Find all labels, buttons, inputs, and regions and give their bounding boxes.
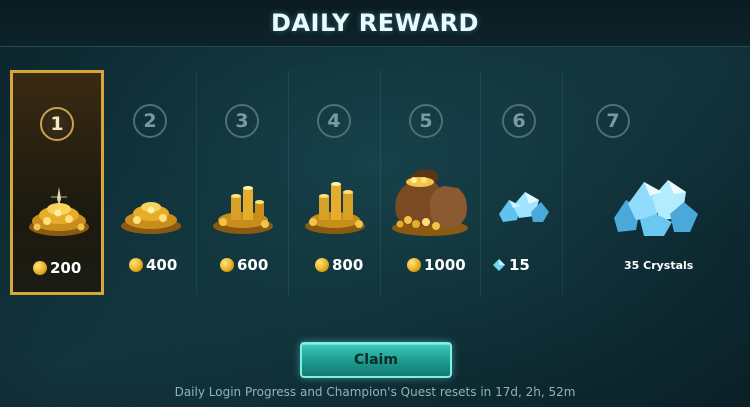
day-card-7[interactable]: 7 35 Crystals [562, 70, 750, 295]
gold-sacks-icon [392, 169, 468, 236]
reward-amount: 400 [129, 255, 177, 275]
day-number-badge: 4 [317, 104, 351, 138]
crystal-cluster-icon [499, 192, 549, 222]
coin-icon [220, 258, 234, 272]
title-bar: DAILY REWARD [0, 0, 750, 47]
coin-icon [129, 258, 143, 272]
coin-pile-icon [29, 187, 89, 236]
reward-amount: 600 [220, 255, 268, 275]
coin-icon [407, 258, 421, 272]
reward-amount: 1000 [407, 255, 466, 275]
day-number-badge: 5 [409, 104, 443, 138]
day-card-3[interactable]: 3 600 [196, 70, 289, 295]
reset-timer-text: Daily Login Progress and Champion's Ques… [174, 385, 576, 399]
day-card-2[interactable]: 2 400 [104, 70, 197, 295]
day-card-4[interactable]: 4 800 [288, 70, 381, 295]
crystal-cluster-icon [614, 180, 698, 236]
day-card-1[interactable]: 1 200 [10, 70, 104, 295]
page-title: DAILY REWARD [271, 9, 479, 37]
reward-amount-text: 15 [509, 256, 530, 274]
day-card-5[interactable]: 5 1000 [380, 70, 481, 295]
coin-icon [315, 258, 329, 272]
day-number-badge: 2 [133, 104, 167, 138]
reward-amount: 35 Crystals [624, 255, 693, 275]
day-number-badge: 6 [502, 104, 536, 138]
coin-stack-icon [213, 186, 273, 234]
reward-amount: 15 [492, 255, 530, 275]
claim-button[interactable]: Claim [300, 342, 452, 378]
day-number-badge: 1 [40, 107, 74, 141]
reward-amount: 800 [315, 255, 363, 275]
reward-amount-text: 35 Crystals [624, 258, 694, 272]
reward-amount-text: 1000 [424, 256, 466, 274]
reward-amount-text: 800 [332, 256, 364, 274]
reward-amount-text: 200 [50, 259, 82, 277]
reward-amount: 200 [33, 258, 81, 278]
coin-pile-icon [121, 202, 181, 234]
reward-amount-text: 600 [237, 256, 269, 274]
day-number-badge: 3 [225, 104, 259, 138]
crystal-icon [493, 259, 505, 271]
day-number-badge: 7 [596, 104, 630, 138]
day-card-6[interactable]: 6 15 [480, 70, 563, 295]
reward-row: 1 200 2 400 3 600 4 800 5 1000 6 15 7 35… [10, 70, 750, 295]
coin-stack-icon [305, 182, 365, 234]
reward-amount-text: 400 [146, 256, 178, 274]
coin-icon [33, 261, 47, 275]
